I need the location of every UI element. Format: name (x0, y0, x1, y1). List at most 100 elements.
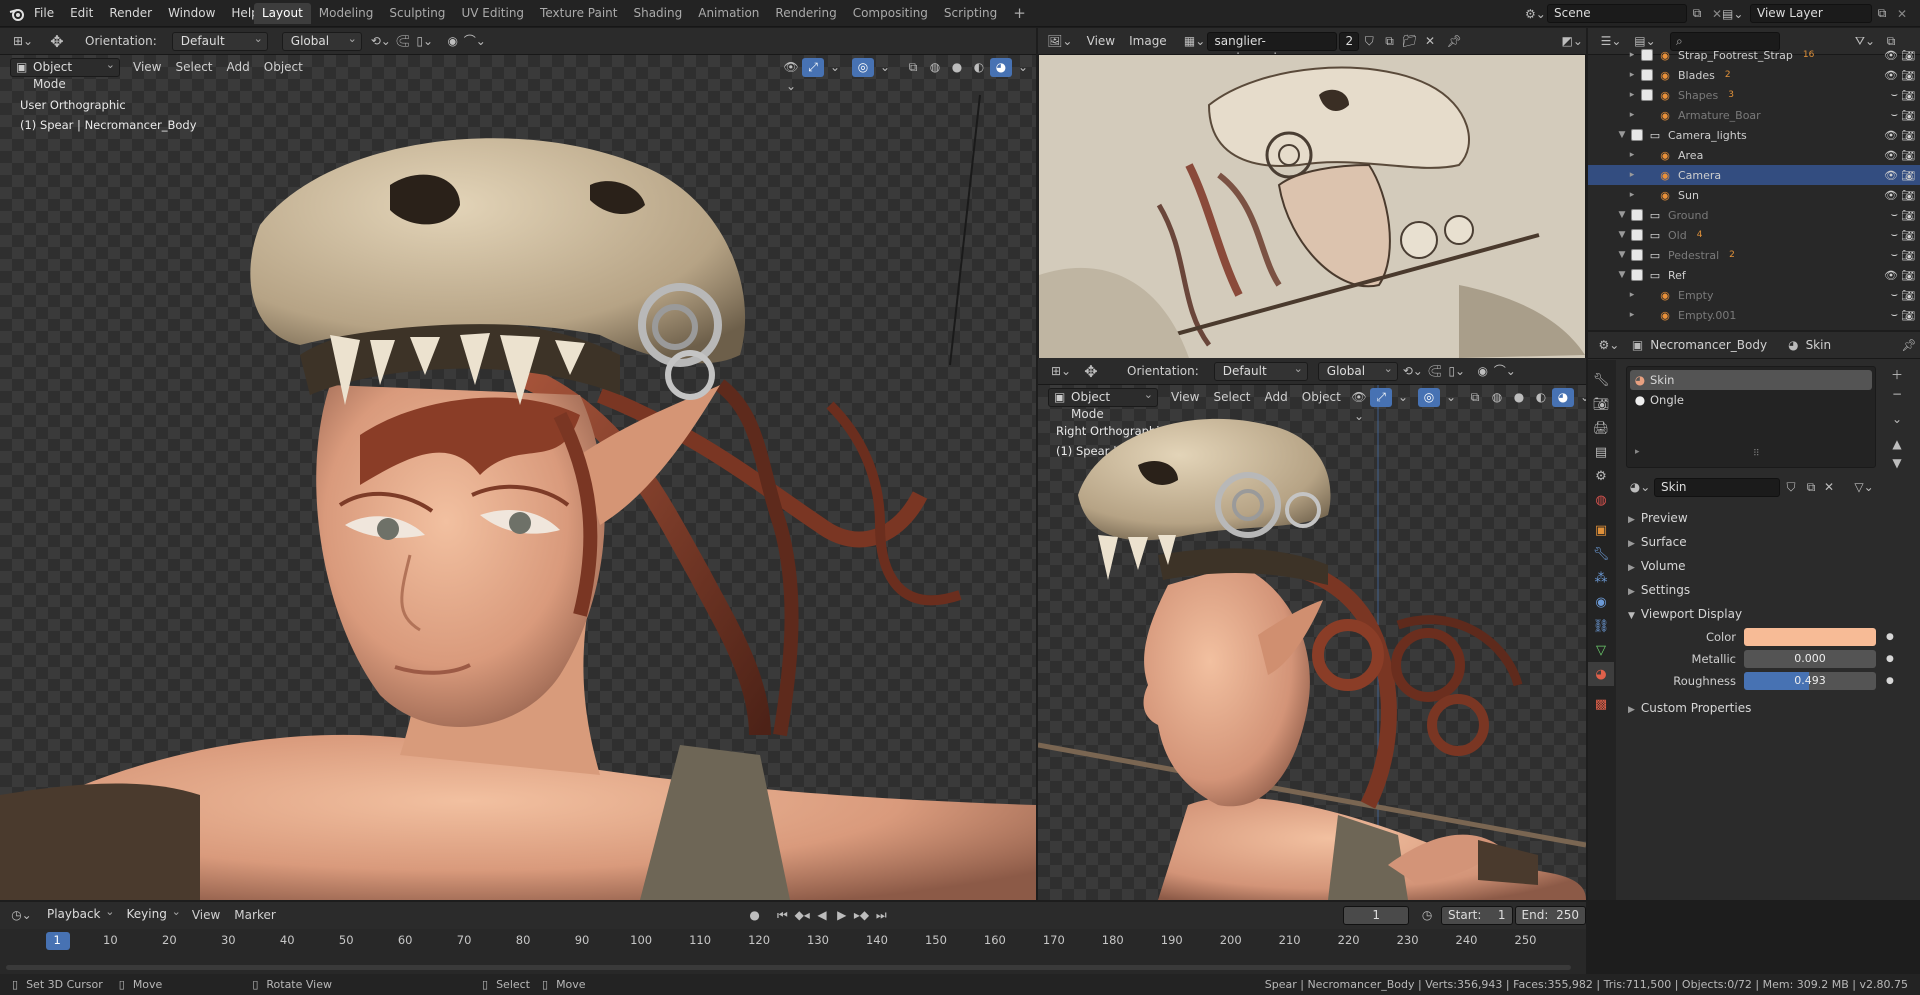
blender-logo-icon[interactable] (8, 5, 26, 23)
keyframe-dot-icon[interactable]: ● (1886, 654, 1894, 664)
snap-icon[interactable]: 🧲︎ (392, 32, 414, 51)
child-arrow-icon[interactable]: ▸ (1626, 110, 1638, 120)
child-arrow-icon[interactable]: ▸ (1626, 290, 1638, 300)
current-frame-field[interactable]: 1 (1343, 906, 1410, 925)
expand-arrow-icon[interactable]: ▼ (1616, 250, 1628, 260)
outliner-row[interactable]: ▼ ▭ Camera_lights 👁︎ 📷︎ (1588, 125, 1920, 145)
render-camera-icon[interactable]: 📷︎ (1901, 309, 1915, 322)
render-camera-icon[interactable]: 📷︎ (1901, 189, 1915, 202)
keying-menu[interactable]: Keying (119, 903, 185, 925)
transform-space-dropdown[interactable]: Global (281, 30, 362, 51)
panel-viewport-display[interactable]: ▼ Viewport Display (1616, 602, 1920, 626)
keyframe-dot-icon[interactable]: ● (1886, 676, 1894, 686)
list-resize-handle-icon[interactable]: ⠿ (1753, 449, 1760, 459)
play-reverse-icon[interactable]: ◀ (812, 906, 832, 925)
expand-arrow-icon[interactable]: ▼ (1616, 210, 1628, 220)
side-editor-type-icon[interactable]: ⊞⌄ (1046, 362, 1076, 381)
outliner-row[interactable]: ▸ ◉ Shapes 3 ⌣ 📷︎ (1588, 85, 1920, 105)
visibility-eye-icon[interactable]: 👁︎ (1884, 169, 1898, 182)
visibility-eye-icon[interactable]: ⌣ (1891, 288, 1898, 302)
outliner-row[interactable]: ▼ ▭ Ref 👁︎ 📷︎ (1588, 265, 1920, 285)
image-name-field[interactable]: sanglier-n..cienne.jpg (1207, 31, 1338, 65)
exclude-checkbox[interactable] (1641, 89, 1653, 101)
visibility-eye-icon[interactable]: ⌣ (1891, 228, 1898, 242)
properties-pin-icon[interactable]: 📌︎ (1898, 336, 1920, 355)
modifier-tab-icon[interactable]: 🔧︎ (1588, 542, 1614, 566)
panel-preview[interactable]: ▶ Preview (1616, 506, 1920, 530)
visibility-eye-icon[interactable]: 👁︎ (1884, 149, 1898, 162)
new-scene-icon[interactable]: ⧉ (1687, 6, 1707, 21)
render-camera-icon[interactable]: 📷︎ (1901, 209, 1915, 222)
scene-name-field[interactable]: Scene (1547, 4, 1687, 23)
material-link-icon[interactable]: ▽⌄ (1850, 478, 1878, 497)
add-workspace-button[interactable]: + (1005, 3, 1034, 24)
tab-modeling[interactable]: Modeling (311, 3, 382, 24)
display-channels-icon[interactable]: ◩⌄ (1558, 32, 1586, 51)
new-view-layer-icon[interactable]: ⧉ (1872, 6, 1892, 21)
tab-layout[interactable]: Layout (254, 3, 311, 24)
material-slot-skin[interactable]: ◕ Skin (1630, 370, 1872, 390)
list-expand-icon[interactable]: ▸ (1635, 447, 1640, 457)
tab-sculpting[interactable]: Sculpting (381, 3, 453, 24)
properties-editor-type-icon[interactable]: ⚙⌄ (1594, 336, 1624, 355)
proportional-edit-icon[interactable]: ◉ (442, 32, 464, 51)
image-browse-icon[interactable]: ▦⌄ (1182, 32, 1208, 51)
tab-scripting[interactable]: Scripting (936, 3, 1005, 24)
open-image-icon[interactable]: 📁︎ (1400, 32, 1420, 51)
constraints-tab-icon[interactable]: ⛓︎ (1588, 614, 1614, 638)
side-3d-viewport[interactable]: ▣ Object Mode View Select Add Object 👁︎⌄… (1038, 385, 1586, 900)
material-name-field[interactable]: Skin (1654, 478, 1780, 497)
pivot-icon[interactable]: ⟲⌄ (370, 32, 392, 51)
tab-shading[interactable]: Shading (625, 3, 690, 24)
fake-user-icon[interactable]: ⛉ (1359, 32, 1379, 51)
tab-animation[interactable]: Animation (690, 3, 767, 24)
play-icon[interactable]: ▶ (832, 906, 852, 925)
remove-slot-icon[interactable]: − (1886, 385, 1908, 404)
render-camera-icon[interactable]: 📷︎ (1901, 149, 1915, 162)
expand-arrow-icon[interactable]: ▼ (1616, 130, 1628, 140)
visibility-eye-icon[interactable]: ⌣ (1891, 248, 1898, 262)
menu-edit[interactable]: Edit (62, 0, 101, 27)
expand-arrow-icon[interactable]: ▼ (1616, 230, 1628, 240)
panel-settings[interactable]: ▶ Settings (1616, 578, 1920, 602)
add-slot-icon[interactable]: ＋ (1886, 366, 1908, 385)
outliner-row[interactable]: ▸ ◉ Empty.001 ⌣ 📷︎ (1588, 305, 1920, 325)
visibility-eye-icon[interactable]: ⌣ (1891, 88, 1898, 102)
object-tab-icon[interactable]: ▣ (1588, 518, 1614, 542)
visibility-eye-icon[interactable]: ⌣ (1891, 208, 1898, 222)
image-menu-view[interactable]: View (1080, 32, 1122, 51)
outliner-row[interactable]: ▼ ▭ Pedestral 2 ⌣ 📷︎ (1588, 245, 1920, 265)
image-editor-type-icon[interactable]: 🖼︎⌄ (1046, 32, 1074, 51)
outliner-row[interactable]: ▸ ◉ Camera 👁︎ 📷︎ (1588, 165, 1920, 185)
child-arrow-icon[interactable]: ▸ (1626, 150, 1638, 160)
exclude-checkbox[interactable] (1641, 69, 1653, 81)
delete-view-layer-icon[interactable]: ✕ (1892, 7, 1912, 21)
render-tab-icon[interactable]: 📷︎ (1588, 392, 1614, 416)
exclude-checkbox[interactable] (1631, 129, 1643, 141)
roughness-slider[interactable]: 0.493 (1744, 672, 1876, 690)
visibility-eye-icon[interactable]: 👁︎ (1884, 189, 1898, 202)
menu-file[interactable]: File (26, 0, 62, 27)
metallic-slider[interactable]: 0.000 (1744, 650, 1876, 668)
child-arrow-icon[interactable]: ▸ (1626, 90, 1638, 100)
keyframe-dot-icon[interactable]: ● (1886, 632, 1894, 642)
outliner-row[interactable]: ▸ ◉ Armature_Boar ⌣ 📷︎ (1588, 105, 1920, 125)
tab-rendering[interactable]: Rendering (767, 3, 844, 24)
tab-uv-editing[interactable]: UV Editing (453, 3, 532, 24)
side-orientation-dropdown[interactable]: Default (1213, 360, 1308, 381)
record-icon[interactable]: ● (745, 906, 765, 925)
outliner-row[interactable]: ▸ ◉ Empty ⌣ 📷︎ (1588, 285, 1920, 305)
orientation-dropdown[interactable]: Default (171, 30, 268, 51)
browse-material-icon[interactable]: ◕⌄ (1626, 478, 1654, 497)
timeline-editor-type-icon[interactable]: ◷⌄ (8, 906, 35, 925)
side-transform-space-dropdown[interactable]: Global (1317, 360, 1398, 381)
tab-texture-paint[interactable]: Texture Paint (532, 3, 625, 24)
panel-volume[interactable]: ▶ Volume (1616, 554, 1920, 578)
exclude-checkbox[interactable] (1631, 209, 1643, 221)
menu-window[interactable]: Window (160, 0, 223, 27)
panel-surface[interactable]: ▶ Surface (1616, 530, 1920, 554)
material-fake-user-icon[interactable]: ⛉ (1780, 478, 1802, 497)
material-slot-ongle[interactable]: ● Ongle (1630, 390, 1872, 410)
outliner-row[interactable]: ▸ ◉ Strap_Footrest_Strap 16 👁︎ 📷︎ (1588, 45, 1920, 65)
render-camera-icon[interactable]: 📷︎ (1901, 269, 1915, 282)
